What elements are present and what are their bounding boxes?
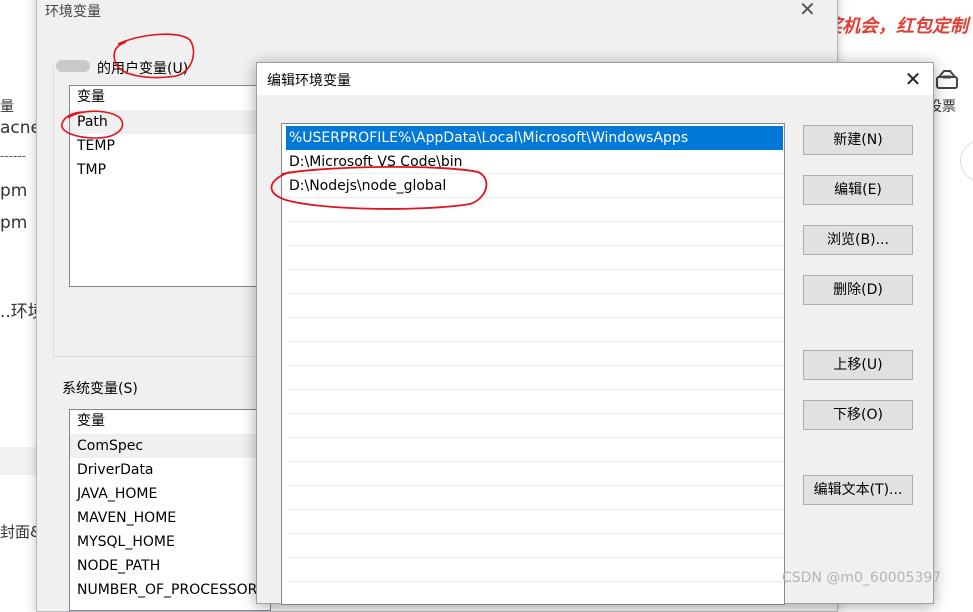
empty-row[interactable] bbox=[286, 390, 783, 414]
list-item[interactable]: MYSQL_HOME bbox=[70, 530, 270, 554]
empty-row[interactable] bbox=[286, 270, 783, 294]
path-entries-list[interactable]: %USERPROFILE%\AppData\Local\Microsoft\Wi… bbox=[281, 123, 785, 605]
edit-environment-variable-dialog: 编辑环境变量 ✕ %USERPROFILE%\AppData\Local\Mic… bbox=[256, 62, 934, 605]
empty-row[interactable] bbox=[286, 510, 783, 534]
path-entry[interactable]: D:\Nodejs\node_global bbox=[286, 174, 783, 198]
list-header[interactable]: 变量 bbox=[70, 410, 270, 432]
close-icon[interactable]: ✕ bbox=[899, 65, 927, 93]
list-item[interactable]: JAVA_HOME bbox=[70, 482, 270, 506]
vote-button[interactable]: 投票 bbox=[928, 66, 968, 116]
bg-divider-band bbox=[0, 447, 40, 475]
list-item[interactable]: DriverData bbox=[70, 458, 270, 482]
empty-row[interactable] bbox=[286, 582, 783, 604]
empty-row[interactable] bbox=[286, 318, 783, 342]
list-item[interactable]: ComSpec bbox=[70, 434, 270, 458]
empty-row[interactable] bbox=[286, 486, 783, 510]
user-variables-list[interactable]: 变量 Path TEMP TMP bbox=[69, 85, 271, 287]
move-down-button[interactable]: 下移(O) bbox=[803, 400, 913, 430]
empty-row[interactable] bbox=[286, 438, 783, 462]
empty-row[interactable] bbox=[286, 198, 783, 222]
list-header[interactable]: 变量 bbox=[70, 86, 270, 108]
bg-text-fragment: acne bbox=[0, 118, 41, 138]
bg-round-button[interactable] bbox=[960, 140, 973, 182]
list-item[interactable]: MAVEN_HOME bbox=[70, 506, 270, 530]
empty-row[interactable] bbox=[286, 366, 783, 390]
dialog-title: 编辑环境变量 bbox=[267, 73, 351, 89]
title-bar[interactable]: 编辑环境变量 ✕ bbox=[257, 63, 933, 95]
empty-row[interactable] bbox=[286, 246, 783, 270]
path-entry[interactable]: D:\Microsoft VS Code\bin bbox=[286, 150, 783, 174]
empty-row[interactable] bbox=[286, 534, 783, 558]
redacted-username bbox=[56, 60, 90, 72]
delete-button[interactable]: 删除(D) bbox=[803, 275, 913, 305]
bg-text-fragment: ------ bbox=[0, 149, 26, 163]
empty-row[interactable] bbox=[286, 414, 783, 438]
bg-text-fragment: 量 bbox=[0, 99, 14, 115]
bg-text-fragment: pm bbox=[0, 213, 28, 233]
watermark: CSDN @m0_60005397 bbox=[782, 570, 942, 586]
empty-row[interactable] bbox=[286, 342, 783, 366]
edit-text-button[interactable]: 编辑文本(T)... bbox=[803, 475, 913, 505]
move-up-button[interactable]: 上移(U) bbox=[803, 350, 913, 380]
close-icon[interactable]: ✕ bbox=[799, 0, 816, 21]
dialog-title: 环境变量 bbox=[45, 4, 101, 20]
list-item[interactable]: TEMP bbox=[70, 134, 270, 158]
list-item[interactable]: Path bbox=[70, 110, 270, 134]
empty-row[interactable] bbox=[286, 558, 783, 582]
empty-row[interactable] bbox=[286, 294, 783, 318]
vote-box-icon bbox=[936, 70, 958, 89]
promo-banner[interactable]: 奖机会，红包定制 bbox=[824, 12, 973, 42]
browse-button[interactable]: 浏览(B)... bbox=[803, 225, 913, 255]
empty-row[interactable] bbox=[286, 462, 783, 486]
list-item[interactable]: NUMBER_OF_PROCESSORS bbox=[70, 578, 270, 602]
list-item[interactable]: NODE_PATH bbox=[70, 554, 270, 578]
new-button[interactable]: 新建(N) bbox=[803, 125, 913, 155]
empty-row[interactable] bbox=[286, 222, 783, 246]
system-variables-list[interactable]: 变量 ComSpec DriverData JAVA_HOME MAVEN_HO… bbox=[69, 409, 271, 611]
bg-text-fragment: pm bbox=[0, 181, 28, 201]
path-entry[interactable]: %USERPROFILE%\AppData\Local\Microsoft\Wi… bbox=[286, 126, 783, 150]
user-variables-label: 的用户变量(U) bbox=[97, 61, 189, 77]
system-variables-label: 系统变量(S) bbox=[62, 381, 138, 397]
edit-button[interactable]: 编辑(E) bbox=[803, 175, 913, 205]
list-item[interactable]: TMP bbox=[70, 158, 270, 182]
